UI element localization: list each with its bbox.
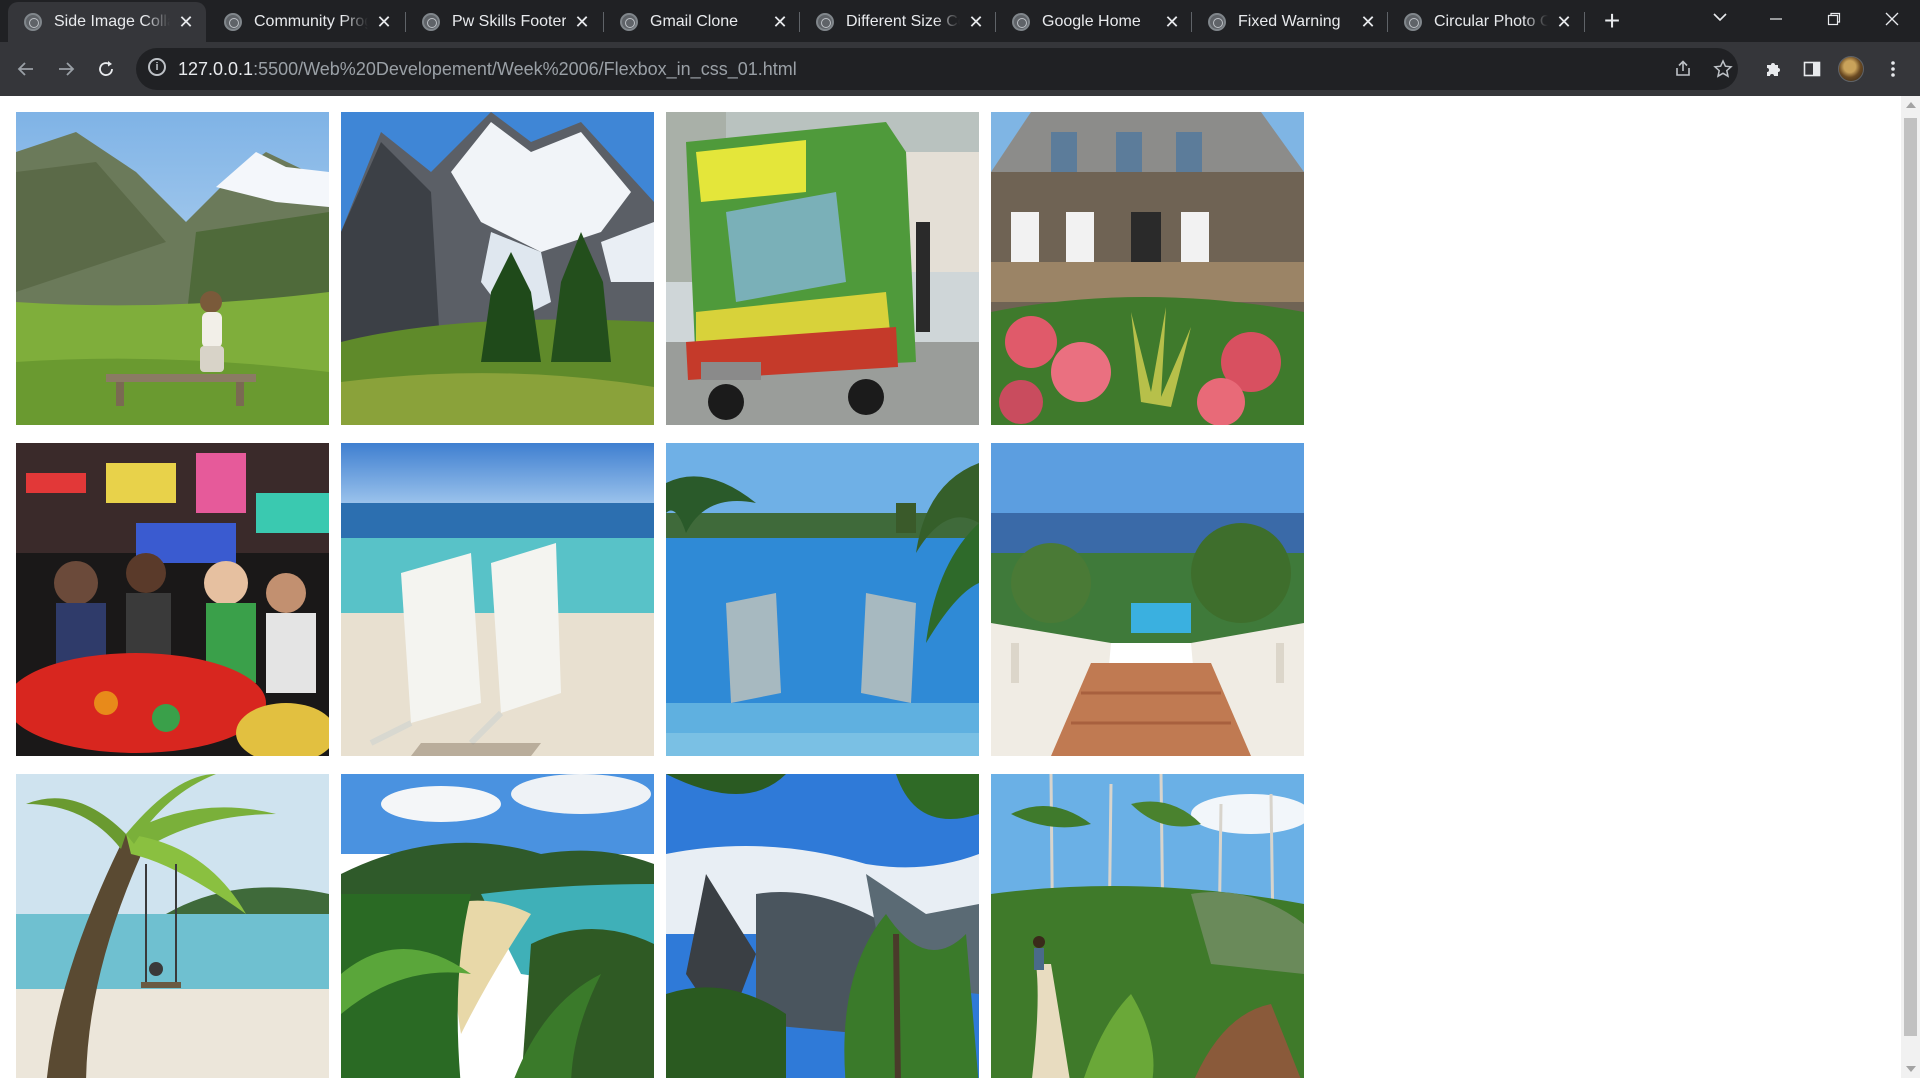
photo-glacier-forest (666, 774, 979, 1078)
tab-different-size[interactable]: Different Size Co ✕ (800, 2, 996, 42)
share-icon[interactable] (1670, 56, 1696, 82)
tab-search-chevron-icon[interactable] (1708, 8, 1732, 32)
close-icon[interactable]: ✕ (572, 12, 592, 32)
gallery-image (341, 774, 654, 1078)
tab-title: Different Size Co (846, 13, 960, 30)
gallery-image (341, 443, 654, 756)
address-path: :5500/Web%20Developement/Week%2006/Flexb… (253, 59, 797, 79)
bookmark-star-icon[interactable] (1710, 56, 1736, 82)
extensions-puzzle-icon[interactable] (1758, 54, 1788, 84)
gallery-image (991, 112, 1304, 425)
tab-google-home[interactable]: Google Home ✕ (996, 2, 1192, 42)
address-bar[interactable]: i 127.0.0.1:5500/Web%20Developement/Week… (136, 48, 1738, 90)
gallery-image (16, 774, 329, 1078)
photo-palm-beach-swing (16, 774, 329, 1078)
gallery-image (16, 443, 329, 756)
gallery-image (666, 443, 979, 756)
tab-pw-skills-footer[interactable]: Pw Skills Footer ✕ (406, 2, 602, 42)
tab-title: Gmail Clone (650, 13, 739, 30)
scroll-up-arrow-icon[interactable] (1906, 102, 1916, 108)
address-url[interactable]: 127.0.0.1:5500/Web%20Developement/Week%2… (178, 59, 797, 80)
tab-title: Pw Skills Footer (452, 13, 566, 30)
gallery-image (341, 112, 654, 425)
globe-icon (816, 13, 834, 31)
close-icon[interactable]: ✕ (966, 12, 986, 32)
globe-icon (422, 13, 440, 31)
globe-icon (1012, 13, 1030, 31)
close-icon[interactable]: ✕ (1162, 12, 1182, 32)
gallery-image (991, 774, 1304, 1078)
tab-circular-photo[interactable]: Circular Photo C ✕ (1388, 2, 1584, 42)
close-icon[interactable]: ✕ (770, 12, 790, 32)
scroll-thumb[interactable] (1904, 118, 1917, 1036)
scroll-down-arrow-icon[interactable] (1906, 1066, 1916, 1072)
gallery-image (666, 112, 979, 425)
image-gallery (16, 112, 1306, 1078)
globe-icon (620, 13, 638, 31)
photo-mountain-valley (16, 112, 329, 425)
photo-beach-chairs (341, 443, 654, 756)
tab-title: Circular Photo C (1434, 13, 1548, 30)
gallery-image (666, 774, 979, 1078)
photo-infinity-pool (666, 443, 979, 756)
photo-glacier-mountains (341, 112, 654, 425)
page-scrollbar[interactable] (1901, 96, 1920, 1078)
close-icon[interactable]: ✕ (374, 12, 394, 32)
tab-fixed-warning[interactable]: Fixed Warning ✕ (1192, 2, 1388, 42)
tab-strip: Side Image Colla ✕ Community Prog ✕ Pw S… (0, 0, 1920, 42)
side-panel-icon[interactable] (1797, 54, 1827, 84)
profile-avatar[interactable] (1838, 56, 1864, 82)
tab-community-prog[interactable]: Community Prog ✕ (208, 2, 404, 42)
minimize-button[interactable] (1748, 0, 1804, 40)
more-menu-icon[interactable] (1878, 54, 1908, 84)
globe-icon (24, 13, 42, 31)
close-icon[interactable]: ✕ (1554, 12, 1574, 32)
tab-gmail-clone[interactable]: Gmail Clone ✕ (604, 2, 800, 42)
photo-stone-house (991, 112, 1304, 425)
globe-icon (1404, 13, 1422, 31)
close-icon[interactable]: ✕ (176, 12, 196, 32)
globe-icon (224, 13, 242, 31)
tab-side-image-collage[interactable]: Side Image Colla ✕ (8, 2, 206, 42)
reload-button[interactable] (88, 51, 124, 87)
gallery-image (16, 112, 329, 425)
close-icon[interactable]: ✕ (1358, 12, 1378, 32)
photo-food-truck (666, 112, 979, 425)
forward-button[interactable] (48, 51, 84, 87)
restore-button[interactable] (1806, 0, 1862, 40)
photo-resort-staircase (991, 443, 1304, 756)
tab-title: Community Prog (254, 13, 368, 30)
tab-title: Google Home (1042, 13, 1141, 30)
photo-bay-ferns (341, 774, 654, 1078)
tab-title: Fixed Warning (1238, 13, 1341, 30)
address-host: 127.0.0.1 (178, 59, 254, 79)
new-tab-button[interactable]: + (1598, 7, 1626, 36)
close-window-button[interactable] (1864, 0, 1920, 40)
photo-forest-trail (991, 774, 1304, 1078)
gallery-image (991, 443, 1304, 756)
info-icon[interactable]: i (148, 58, 166, 76)
tab-title: Side Image Colla (54, 13, 170, 30)
back-button[interactable] (8, 51, 44, 87)
globe-icon (1208, 13, 1226, 31)
tab-divider (1584, 12, 1585, 32)
browser-toolbar: i 127.0.0.1:5500/Web%20Developement/Week… (0, 42, 1920, 96)
page-viewport (0, 96, 1901, 1078)
photo-night-market (16, 443, 329, 756)
